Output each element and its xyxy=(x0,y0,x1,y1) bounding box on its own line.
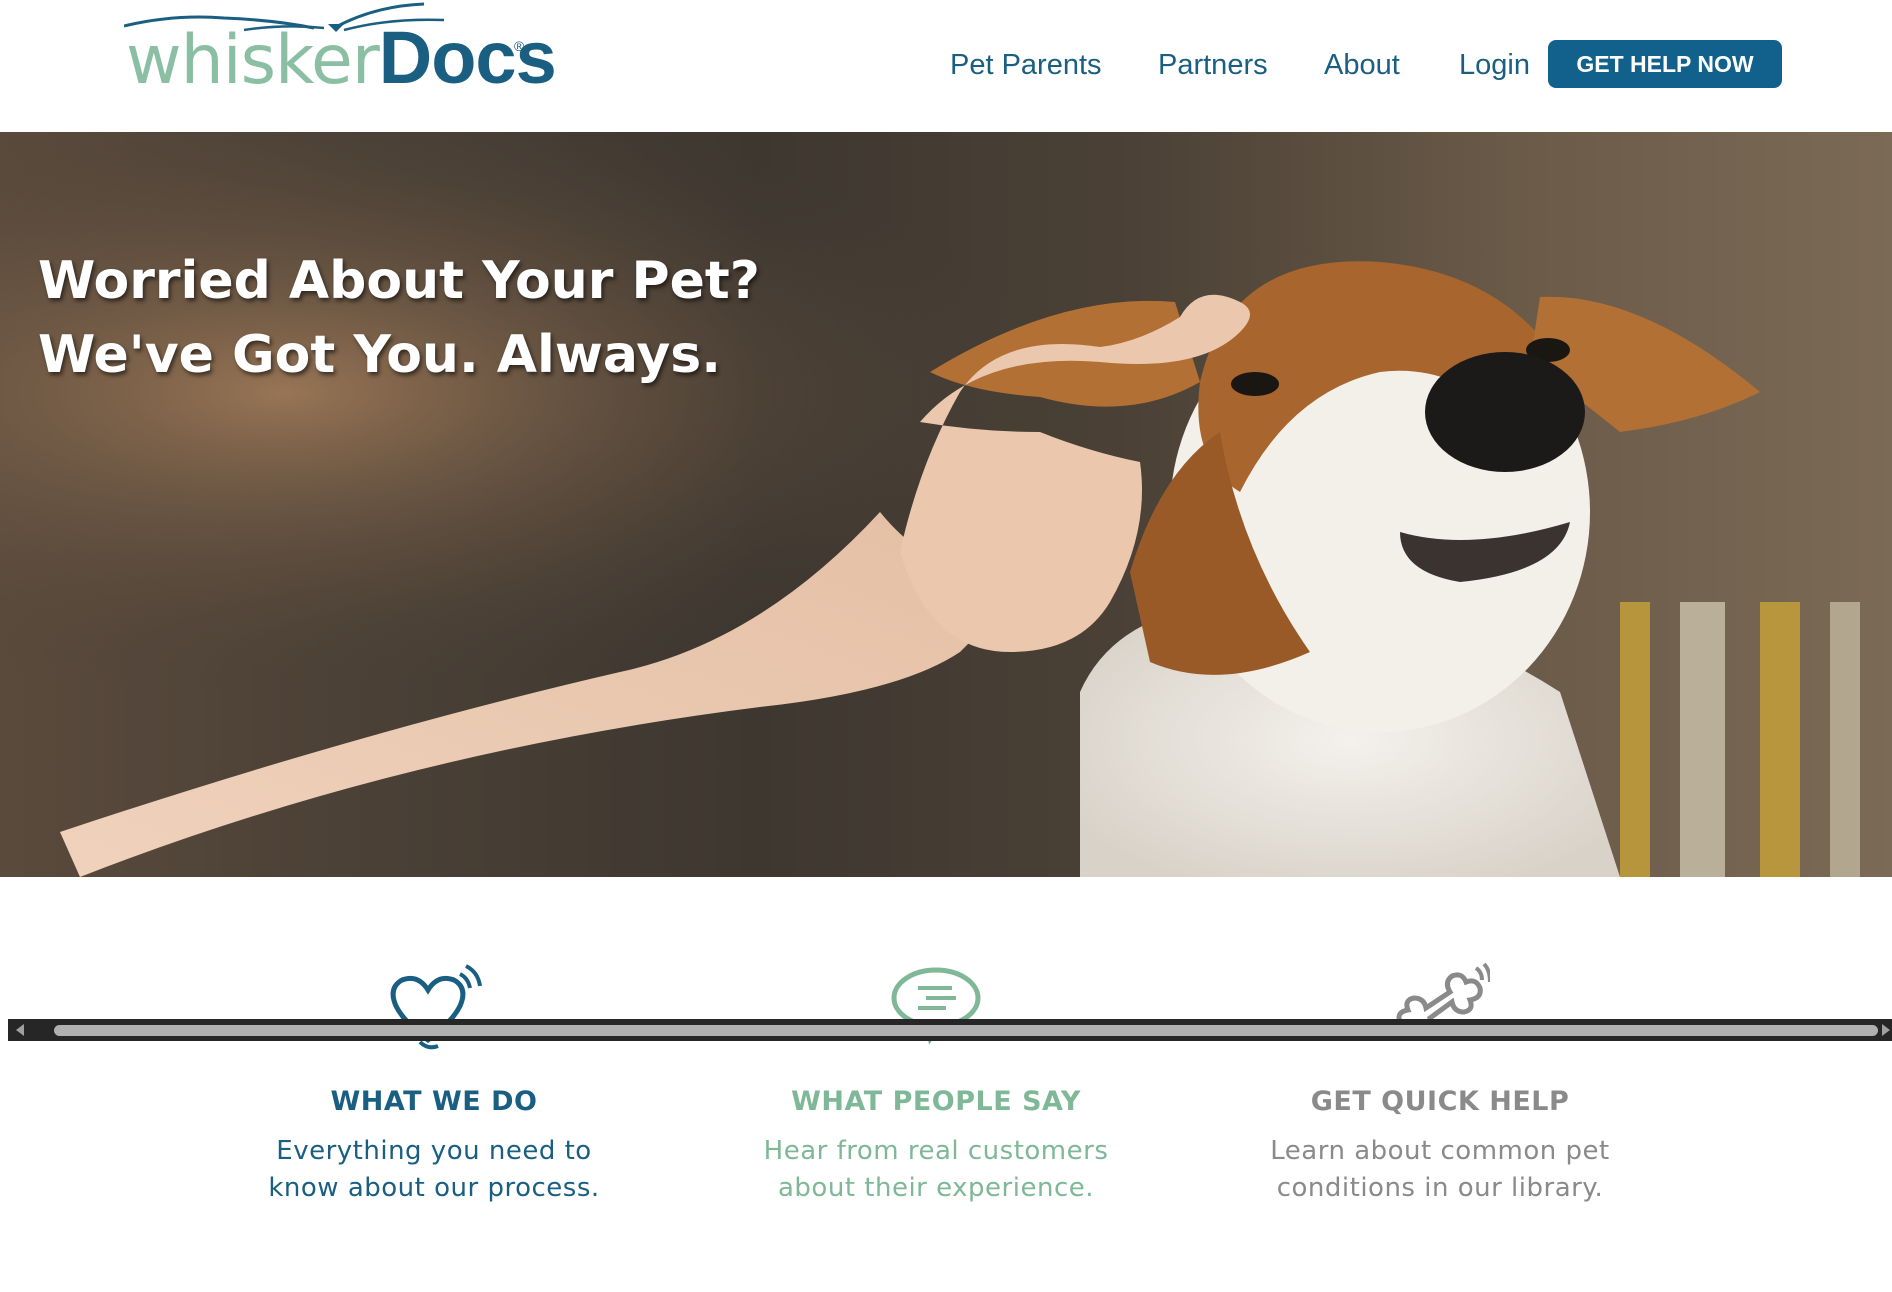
feature-desc-line1: Everything you need to xyxy=(276,1136,592,1166)
scroll-right-arrow-icon[interactable] xyxy=(1882,1024,1890,1036)
feature-description: Everything you need to know about our pr… xyxy=(234,1133,634,1207)
feature-desc-line2: about their experience. xyxy=(778,1173,1094,1203)
horizontal-scrollbar[interactable] xyxy=(8,1019,1892,1041)
feature-description: Hear from real customers about their exp… xyxy=(736,1133,1136,1207)
feature-title: GET QUICK HELP xyxy=(1310,1086,1570,1117)
feature-desc-line2: conditions in our library. xyxy=(1276,1173,1604,1203)
nav-about[interactable]: About xyxy=(1324,42,1400,88)
feature-title: WHAT PEOPLE SAY xyxy=(791,1086,1081,1117)
get-help-now-button[interactable]: GET HELP NOW xyxy=(1548,40,1782,88)
nav-pet-parents[interactable]: Pet Parents xyxy=(950,42,1102,88)
hero-heading: Worried About Your Pet? We've Got You. A… xyxy=(38,244,760,392)
feature-desc-line1: Learn about common pet xyxy=(1270,1136,1610,1166)
features-section: WHAT WE DO Everything you need to know a… xyxy=(0,877,1892,1292)
nav-partners[interactable]: Partners xyxy=(1158,42,1268,88)
hero-heading-line2: We've Got You. Always. xyxy=(38,325,722,385)
feature-title: WHAT WE DO xyxy=(330,1086,538,1117)
hero-heading-line1: Worried About Your Pet? xyxy=(38,251,760,311)
hero-banner: Worried About Your Pet? We've Got You. A… xyxy=(0,132,1892,877)
feature-desc-line2: know about our process. xyxy=(268,1173,600,1203)
feature-desc-line1: Hear from real customers xyxy=(763,1136,1109,1166)
nav-login[interactable]: Login xyxy=(1459,42,1530,88)
feature-description: Learn about common pet conditions in our… xyxy=(1240,1133,1640,1207)
scroll-left-arrow-icon[interactable] xyxy=(16,1024,24,1036)
site-header: whiskerDocs ® Pet Parents Partners About… xyxy=(0,0,1892,132)
scroll-thumb[interactable] xyxy=(54,1025,1878,1036)
